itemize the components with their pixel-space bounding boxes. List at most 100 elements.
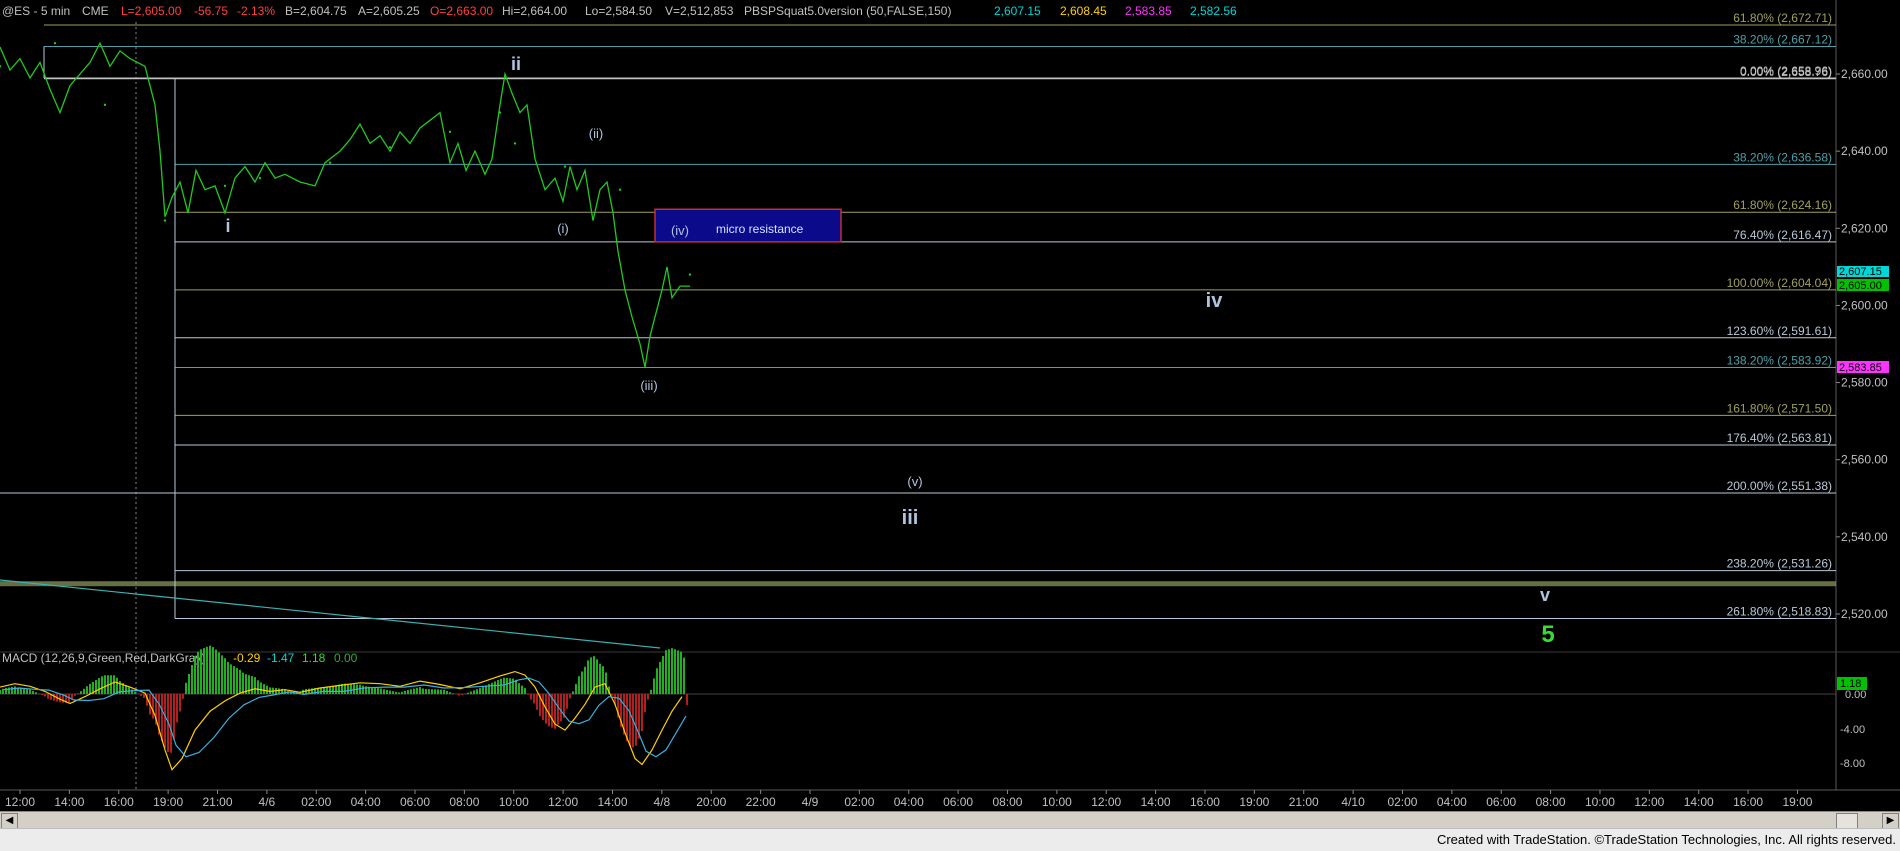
time-tick-label: 4/10 [1341, 795, 1365, 809]
time-tick-label: 14:00 [1684, 795, 1714, 809]
header-open: O=2,663.00 [430, 4, 493, 18]
fib-level-label: 123.60% (2,591.61) [1727, 324, 1832, 338]
time-tick-label: 06:00 [943, 795, 973, 809]
time-tick-label: 4/6 [259, 795, 276, 809]
fib-level-label: 38.20% (2,667.12) [1733, 33, 1832, 47]
fib-level-label: 176.40% (2,563.81) [1727, 431, 1832, 445]
fib-level-label: 76.40% (2,616.47) [1733, 228, 1832, 242]
time-tick-label: 21:00 [202, 795, 232, 809]
fib-level-label: 61.80% (2,624.16) [1733, 198, 1832, 212]
scroll-right-icon[interactable]: ▶ [1882, 813, 1899, 829]
time-tick-label: 02:00 [844, 795, 874, 809]
time-tick-label: 16:00 [1190, 795, 1220, 809]
wave-label: (i) [557, 221, 569, 236]
time-tick-label: 19:00 [1782, 795, 1812, 809]
support-band [0, 581, 1836, 587]
fib-level-label: 200.00% (2,551.38) [1727, 479, 1832, 493]
scroll-thumb[interactable] [1836, 813, 1858, 829]
time-tick-label: 4/8 [654, 795, 671, 809]
header-bid: B=2,604.75 [285, 4, 347, 18]
price-point [498, 111, 502, 114]
time-tick-label: 19:00 [1239, 795, 1269, 809]
price-tick-label: 2,580.00 [1841, 376, 1888, 390]
wave-label: (iv) [671, 223, 689, 238]
price-point [563, 165, 567, 168]
macd-axis-1: -4.00 [1840, 724, 1865, 736]
header-change: -56.75 [194, 4, 228, 18]
price-tick-label: 2,600.00 [1841, 298, 1888, 312]
wave-label: v [1540, 585, 1550, 605]
wave-label: (iii) [640, 378, 657, 393]
fib-level-label: 0.00% (2,658.76) [1740, 65, 1832, 79]
header-high: Hi=2,664.00 [502, 4, 567, 18]
time-tick-label: 12:00 [1634, 795, 1664, 809]
price-point [163, 219, 167, 222]
header-pct: -2.13% [237, 4, 275, 18]
time-tick-label: 08:00 [1536, 795, 1566, 809]
macd-value-3: 1.18 [302, 651, 326, 665]
fib-level-label: 161.80% (2,571.50) [1727, 401, 1832, 415]
wave-label: i [225, 216, 230, 236]
price-point [53, 41, 57, 45]
time-tick-label: 08:00 [449, 795, 479, 809]
fib-level-label: 138.20% (2,583.92) [1727, 353, 1832, 367]
macd-value-4: 0.00 [334, 651, 358, 665]
wave-label: (ii) [589, 126, 603, 141]
header-volume: V=2,512,853 [665, 4, 734, 18]
header-study-value-2: 2,608.45 [1060, 4, 1107, 18]
price-point [328, 161, 332, 164]
price-chart[interactable]: @ES - 5 min CME L=2,605.00 -56.75 -2.13%… [0, 0, 1900, 811]
price-tick-label: 2,640.00 [1841, 144, 1888, 158]
header-low: Lo=2,584.50 [585, 4, 652, 18]
macd-label: MACD (12,26,9,Green,Red,DarkGray) [2, 651, 205, 665]
time-tick-label: 04:00 [351, 795, 381, 809]
time-tick-label: 16:00 [1733, 795, 1763, 809]
fib-level-label: 100.00% (2,604.04) [1727, 276, 1832, 290]
marker-last-value: 2,605.00 [1839, 280, 1882, 292]
time-tick-label: 20:00 [696, 795, 726, 809]
time-tick-label: 16:00 [104, 795, 134, 809]
price-point [258, 176, 262, 180]
wave-label: (v) [907, 474, 922, 489]
price-point [103, 103, 107, 107]
time-tick-label: 14:00 [54, 795, 84, 809]
wave-label: 5 [1541, 621, 1554, 648]
price-point [688, 273, 692, 276]
macd-axis-2: -8.00 [1840, 758, 1865, 770]
price-tick-label: 2,520.00 [1841, 607, 1888, 621]
time-tick-label: 21:00 [1289, 795, 1319, 809]
horizontal-scrollbar[interactable]: ◀ ▶ [0, 811, 1900, 829]
price-point [223, 184, 227, 188]
time-tick-label: 06:00 [1486, 795, 1516, 809]
marker-top-value: 2,607.15 [1839, 266, 1882, 278]
time-tick-label: 02:00 [301, 795, 331, 809]
time-tick-label: 10:00 [1585, 795, 1615, 809]
wave-label: iii [902, 507, 919, 529]
time-tick-label: 4/9 [802, 795, 819, 809]
header-study-value-3: 2,583.85 [1125, 4, 1172, 18]
time-tick-label: 14:00 [597, 795, 627, 809]
price-tick-label: 2,660.00 [1841, 67, 1888, 81]
time-tick-label: 14:00 [1141, 795, 1171, 809]
marker-low-value: 2,583.85 [1839, 362, 1882, 374]
price-point [513, 142, 517, 145]
time-tick-label: 12:00 [1091, 795, 1121, 809]
time-tick-label: 12:00 [548, 795, 578, 809]
header-ask: A=2,605.25 [358, 4, 420, 18]
time-tick-label: 19:00 [153, 795, 183, 809]
fib-level-label: 61.80% (2,672.71) [1733, 11, 1832, 25]
header-exchange: CME [82, 4, 109, 18]
macd-value-1: -0.29 [233, 651, 261, 665]
header-study-value-1: 2,607.15 [994, 4, 1041, 18]
header-study-value-4: 2,582.56 [1190, 4, 1237, 18]
time-tick-label: 04:00 [1437, 795, 1467, 809]
chart-window: @ES - 5 min CME L=2,605.00 -56.75 -2.13%… [0, 0, 1900, 851]
price-tick-label: 2,560.00 [1841, 453, 1888, 467]
footer-text: Created with TradeStation. ©TradeStation… [1436, 832, 1896, 847]
time-tick-label: 12:00 [5, 795, 35, 809]
footer-bar: Created with TradeStation. ©TradeStation… [0, 828, 1900, 851]
price-point [448, 130, 452, 134]
fib-level-label: 238.20% (2,531.26) [1727, 557, 1832, 571]
fib-level-label: 38.20% (2,636.58) [1733, 150, 1832, 164]
scroll-left-icon[interactable]: ◀ [1, 813, 18, 829]
